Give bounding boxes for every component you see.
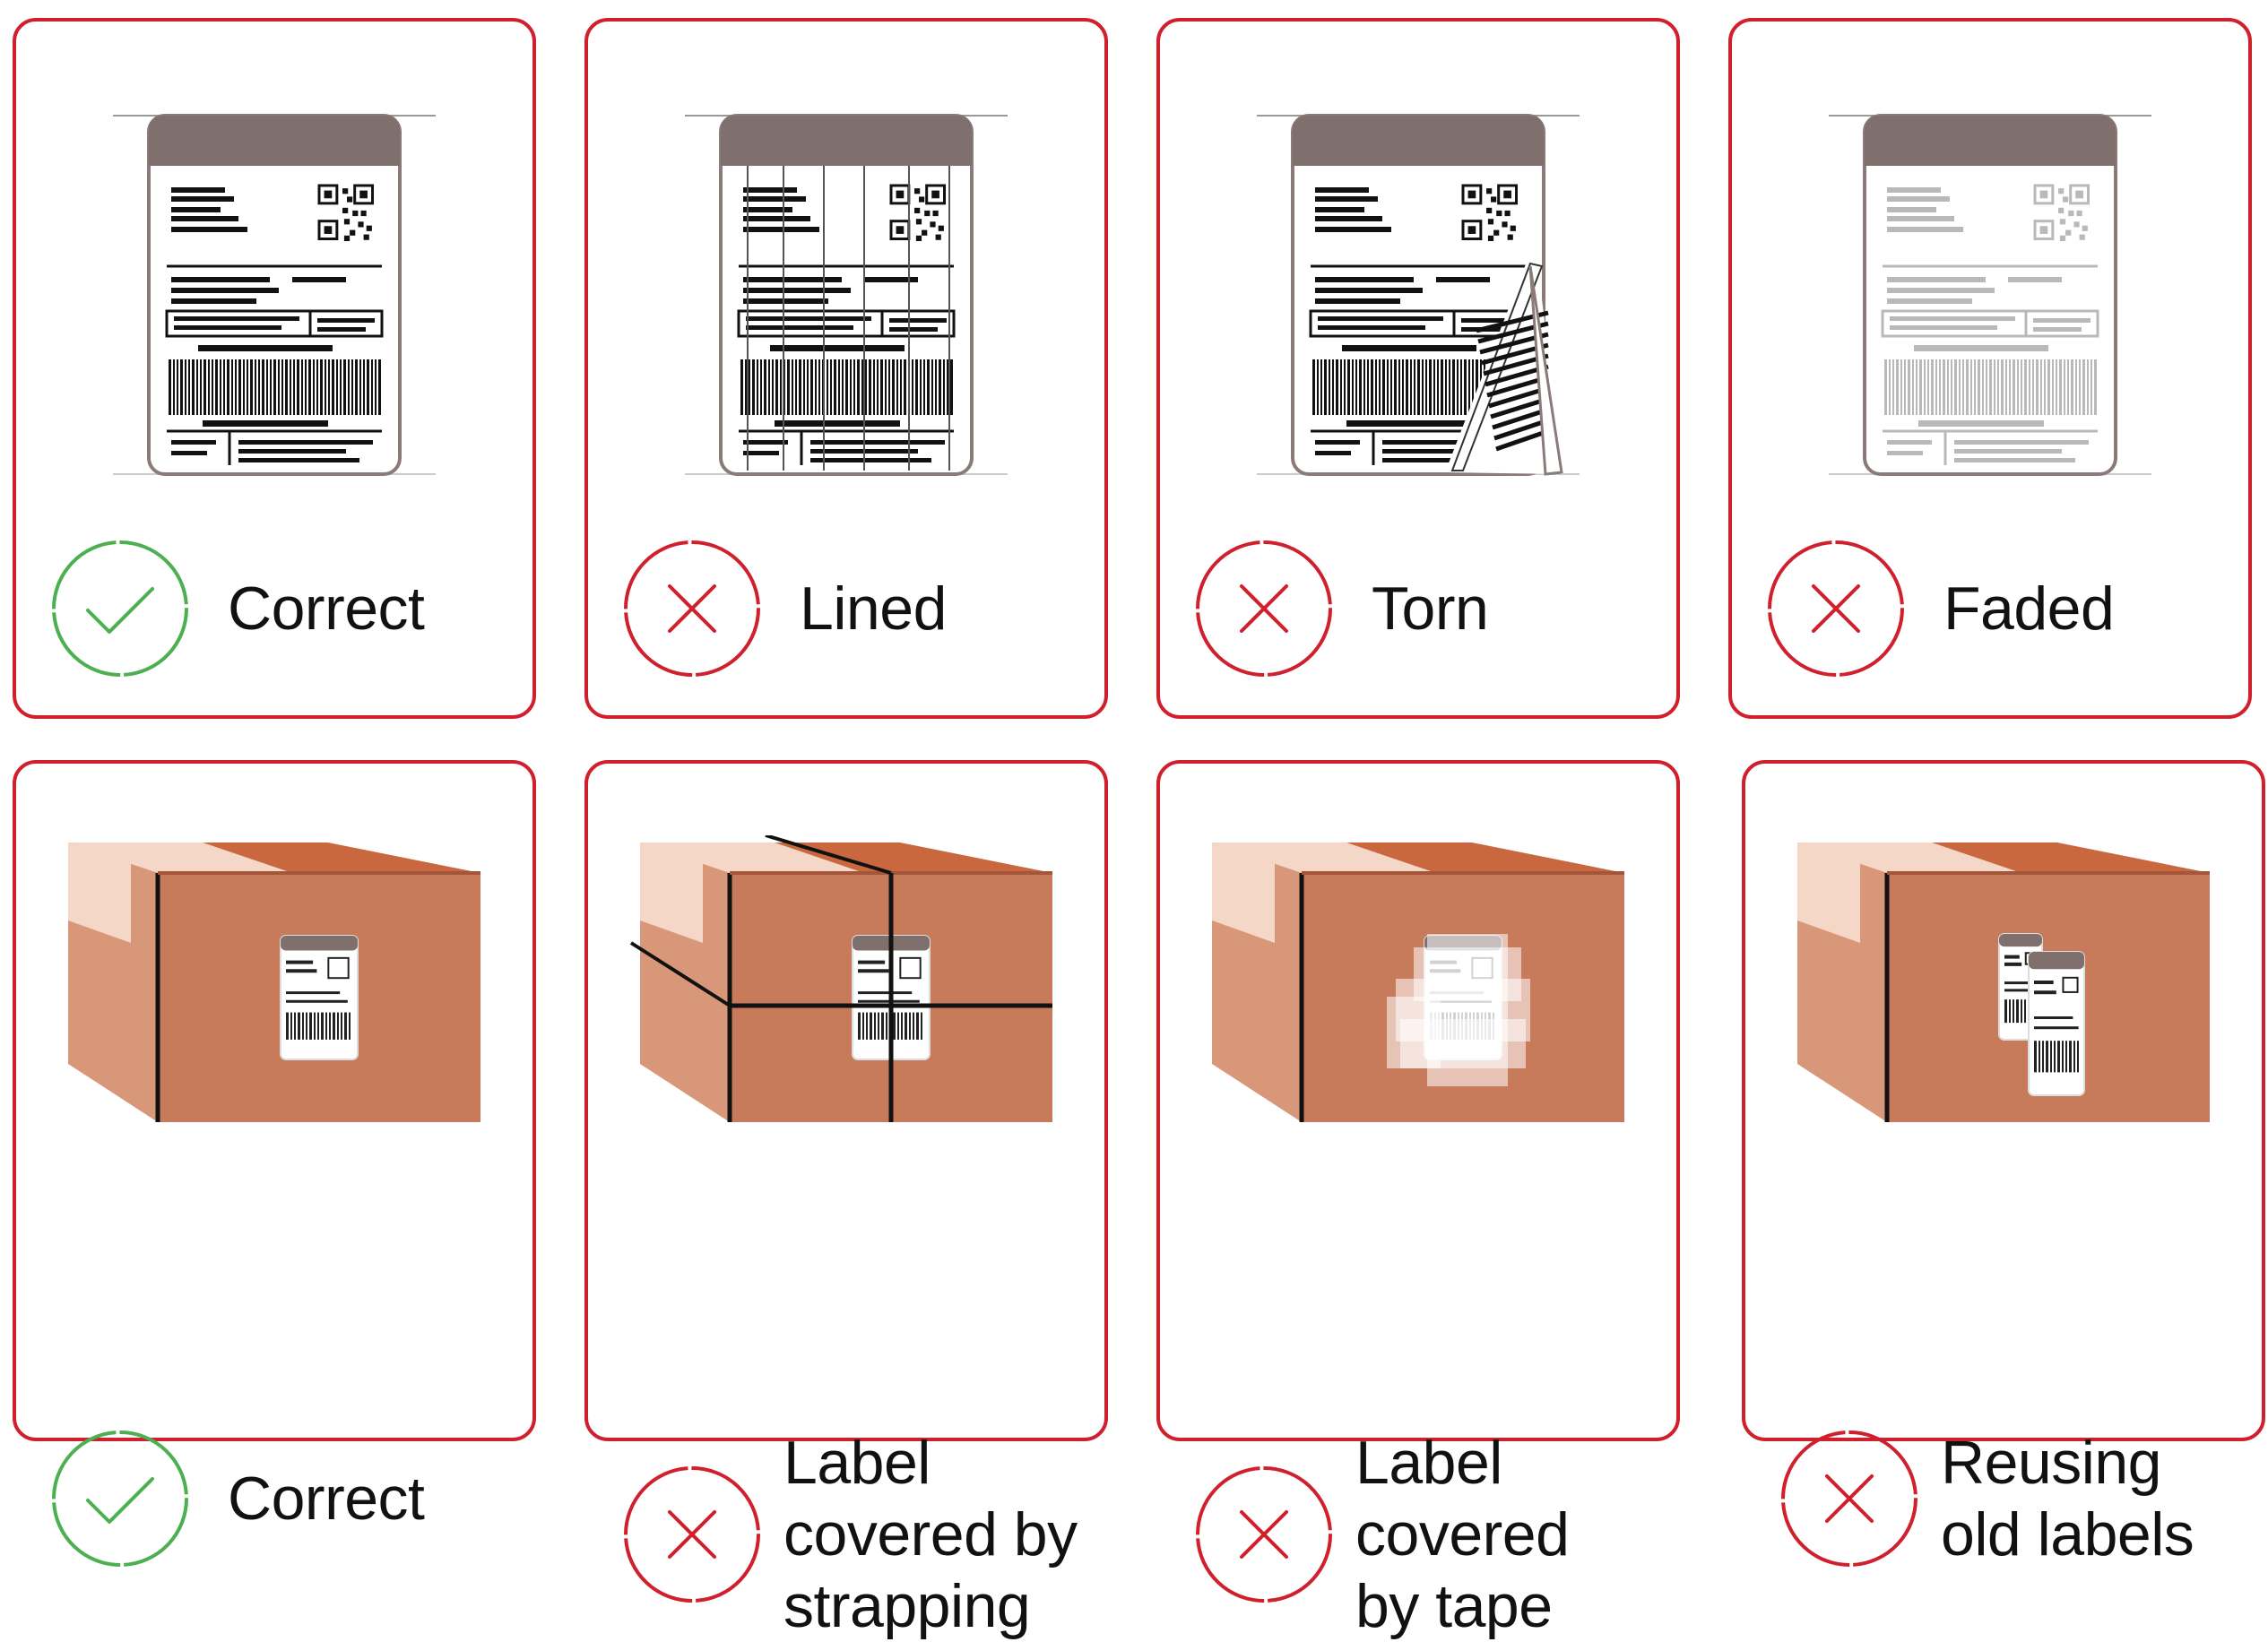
card-label-faded: Faded — [1728, 18, 2252, 719]
card-label-text: Correct — [228, 1465, 425, 1533]
shipping-label-illustration — [16, 107, 532, 483]
card-label-text: Label covered by strapping — [783, 1429, 1078, 1640]
card-label-text: Label covered by tape — [1355, 1429, 1570, 1640]
shipping-label-illustration — [1160, 107, 1676, 483]
card-box-strapping: Label covered by strapping — [584, 760, 1108, 1640]
x-icon — [620, 1463, 764, 1606]
card-label-correct: Correct — [13, 18, 536, 719]
check-icon — [48, 1427, 192, 1570]
x-icon — [1192, 1463, 1336, 1606]
card-label-text: Reusing old labels — [1941, 1429, 2194, 1569]
card-label-text: Faded — [1943, 575, 2115, 643]
package-illustration — [16, 835, 532, 1122]
x-icon — [620, 537, 764, 680]
check-icon — [48, 537, 192, 680]
card-box-tape: Label covered by tape — [1156, 760, 1680, 1640]
card-label-torn: Torn — [1156, 18, 1680, 719]
shipping-label-illustration — [588, 107, 1104, 483]
x-icon — [1778, 1427, 1921, 1570]
package-illustration — [1160, 835, 1676, 1122]
package-illustration — [1745, 835, 2262, 1122]
package-illustration — [588, 835, 1104, 1122]
x-icon — [1764, 537, 1908, 680]
card-label-text: Correct — [228, 575, 425, 643]
card-label-text: Lined — [800, 575, 947, 643]
card-label-lined: Lined — [584, 18, 1108, 719]
card-box-correct: Correct — [13, 760, 536, 1567]
card-box-reused: Reusing old labels — [1742, 760, 2265, 1569]
x-icon — [1192, 537, 1336, 680]
card-label-text: Torn — [1372, 575, 1489, 643]
shipping-label-illustration — [1732, 107, 2248, 483]
